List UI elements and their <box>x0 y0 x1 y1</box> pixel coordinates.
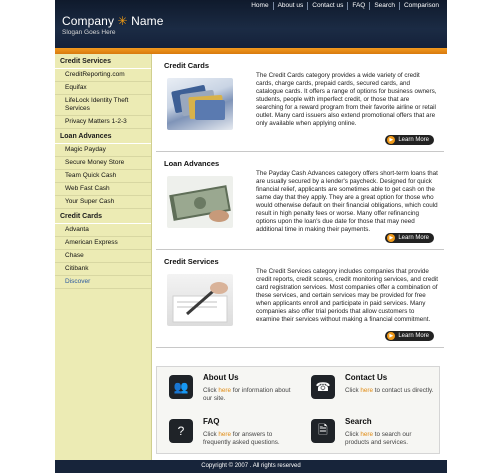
sidebar-item-chase[interactable]: Chase <box>55 250 151 263</box>
box-description: Click here to contact us directly. <box>345 387 434 394</box>
sidebar-item-team-quick-cash[interactable]: Team Quick Cash <box>55 170 151 183</box>
box-title: Contact Us <box>345 373 388 382</box>
sidebar-item-discover[interactable]: Discover <box>55 276 151 289</box>
question-icon[interactable]: ? <box>169 419 193 443</box>
arrow-right-icon: ▶ <box>387 332 396 340</box>
sidebar: Credit Services CreditReporting.com Equi… <box>55 54 152 460</box>
arrow-right-icon: ▶ <box>387 234 396 242</box>
box-search: 🗎 Search Click here to search our produc… <box>299 411 441 455</box>
section-title: Credit Services <box>164 257 219 266</box>
box-contact-us: ☎ Contact Us Click here to contact us di… <box>299 367 441 411</box>
nav-home[interactable]: Home <box>247 2 272 10</box>
top-nav: Home About us Contact us FAQ Search Comp… <box>247 2 443 10</box>
phone-icon[interactable]: ☎ <box>311 375 335 399</box>
sidebar-heading-loan-advances: Loan Advances <box>55 129 151 144</box>
sidebar-item-creditreporting[interactable]: CreditReporting.com <box>55 69 151 82</box>
sidebar-item-american-express[interactable]: American Express <box>55 237 151 250</box>
logo[interactable]: Company ✳ Name <box>62 14 164 28</box>
arrow-right-icon: ▶ <box>387 136 396 144</box>
learn-more-label: Learn More <box>398 333 429 339</box>
footer: Copyright © 2007 . All rights reserved <box>55 460 447 473</box>
box-title: About Us <box>203 373 239 382</box>
learn-more-button[interactable]: ▶ Learn More <box>385 331 434 341</box>
here-link[interactable]: here <box>360 431 373 438</box>
box-title: Search <box>345 417 372 426</box>
sidebar-heading-credit-services: Credit Services <box>55 54 151 69</box>
box-description: Click here for information about our sit… <box>203 387 291 402</box>
learn-more-label: Learn More <box>398 235 429 241</box>
section-title: Loan Advances <box>164 159 220 168</box>
nav-about[interactable]: About us <box>272 2 308 10</box>
box-title: FAQ <box>203 417 220 426</box>
nav-comparison[interactable]: Comparison <box>398 2 443 10</box>
sidebar-item-privacy-matters[interactable]: Privacy Matters 1-2-3 <box>55 116 151 129</box>
company-name-suffix: Name <box>131 14 164 28</box>
money-icon <box>169 185 231 222</box>
star-icon: ✳ <box>117 14 128 28</box>
section-credit-cards: Credit Cards The Credit Cards category p… <box>156 54 444 152</box>
learn-more-button[interactable]: ▶ Learn More <box>385 135 434 145</box>
sidebar-item-equifax[interactable]: Equifax <box>55 82 151 95</box>
box-description: Click here for answers to frequently ask… <box>203 431 280 446</box>
here-link[interactable]: here <box>360 387 373 394</box>
here-link[interactable]: here <box>218 431 231 438</box>
info-boxes: 👥 About Us Click here for information ab… <box>156 366 440 454</box>
section-text: The Credit Services category includes co… <box>256 268 438 323</box>
sidebar-item-secure-money-store[interactable]: Secure Money Store <box>55 157 151 170</box>
box-faq: ? FAQ Click here for answers to frequent… <box>157 411 299 455</box>
learn-more-label: Learn More <box>398 137 429 143</box>
section-credit-services: Credit Services The Credit Services cate… <box>156 250 444 348</box>
learn-more-button[interactable]: ▶ Learn More <box>385 233 434 243</box>
main-content: Credit Cards The Credit Cards category p… <box>156 54 444 348</box>
nav-faq[interactable]: FAQ <box>347 2 369 10</box>
sidebar-item-your-super-cash[interactable]: Your Super Cash <box>55 196 151 209</box>
sidebar-heading-credit-cards: Credit Cards <box>55 209 151 224</box>
money-image <box>167 176 233 228</box>
sidebar-item-magic-payday[interactable]: Magic Payday <box>55 144 151 157</box>
box-description: Click here to search our products and se… <box>345 431 412 446</box>
section-title: Credit Cards <box>164 61 210 70</box>
nav-contact[interactable]: Contact us <box>307 2 347 10</box>
header: Company ✳ Name Slogan Goes Here Home Abo… <box>55 0 447 48</box>
document-search-icon[interactable]: 🗎 <box>311 419 335 443</box>
section-loan-advances: Loan Advances The Payday Cash Advances c… <box>156 152 444 250</box>
sidebar-item-lifelock[interactable]: LifeLock Identity Theft Services <box>55 95 151 116</box>
pen-document-image <box>167 274 233 326</box>
sidebar-item-web-fast-cash[interactable]: Web Fast Cash <box>55 183 151 196</box>
here-link[interactable]: here <box>218 387 231 394</box>
company-name: Company <box>62 14 115 28</box>
sidebar-item-citibank[interactable]: Citibank <box>55 263 151 276</box>
pen-icon <box>172 282 228 323</box>
section-text: The Payday Cash Advances category offers… <box>256 170 438 233</box>
credit-cards-icon <box>171 85 225 120</box>
people-icon[interactable]: 👥 <box>169 375 193 399</box>
section-text: The Credit Cards category provides a wid… <box>256 72 437 127</box>
slogan: Slogan Goes Here <box>62 29 116 36</box>
nav-search[interactable]: Search <box>369 2 399 10</box>
credit-cards-image <box>167 78 233 130</box>
box-about-us: 👥 About Us Click here for information ab… <box>157 367 299 411</box>
sidebar-item-advanta[interactable]: Advanta <box>55 224 151 237</box>
